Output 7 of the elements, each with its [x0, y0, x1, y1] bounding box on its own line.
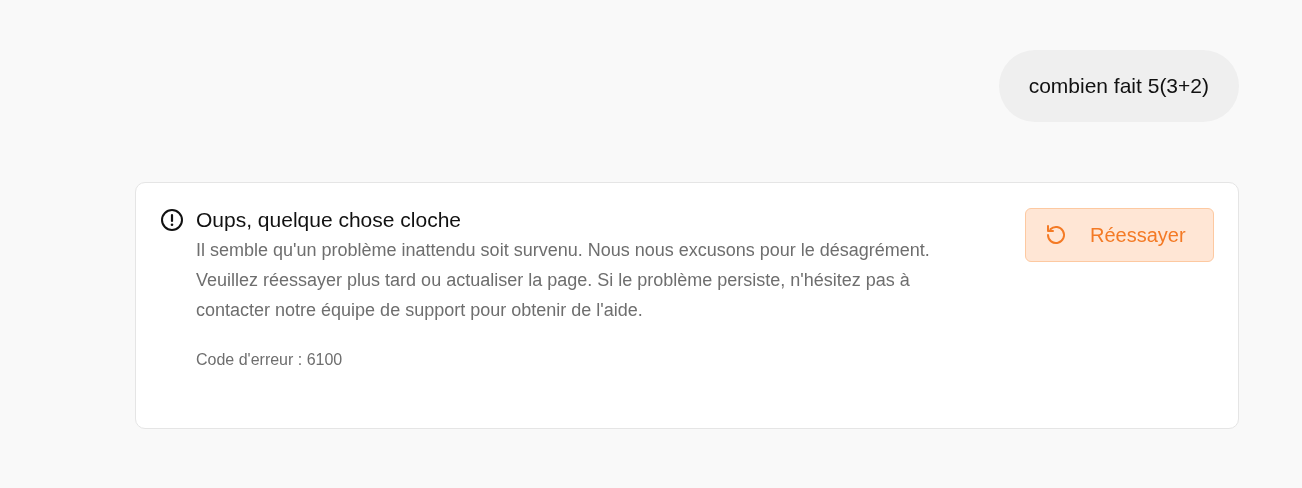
error-title: Oups, quelque chose cloche: [196, 207, 462, 233]
retry-button[interactable]: Réessayer: [1025, 208, 1214, 262]
error-message: Il semble qu'un problème inattendu soit survenu. Nous nous excusons pour le désagrément. Veuillez réessayer plus tard ou actualiser la page. Si le problème persiste, n'hésitez pas à contacter notre équipe de support pour obtenir de l'aide.: [196, 239, 931, 322]
alert-icon: [160, 208, 184, 232]
user-message-bubble: combien fait 5(3+2): [998, 50, 1239, 122]
retry-icon: [1044, 223, 1068, 247]
error-code: Code d'erreur : 6100: [196, 351, 344, 369]
